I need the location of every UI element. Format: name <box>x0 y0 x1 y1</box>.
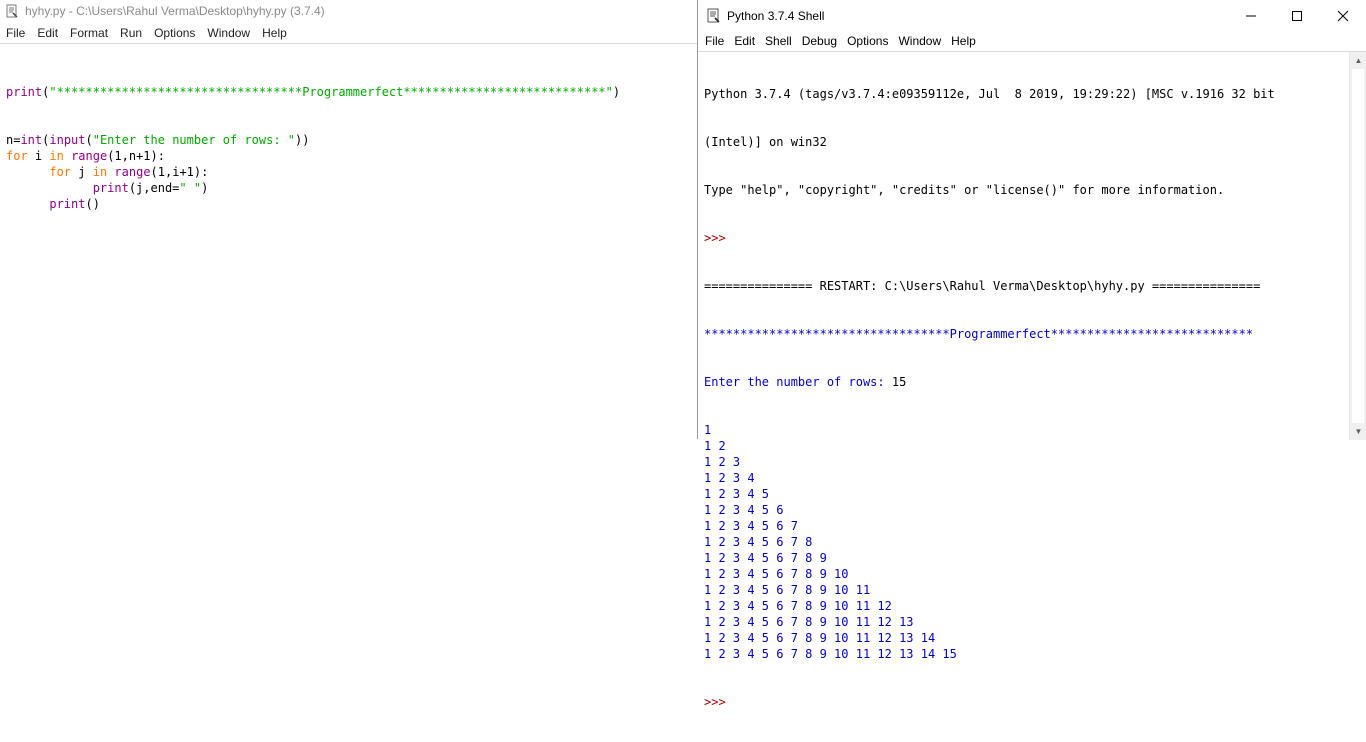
code-line-5: print(j,end=" ") <box>92 181 209 195</box>
shell-menu-options[interactable]: Options <box>842 34 893 48</box>
output-row: 1 2 3 4 5 6 7 8 9 10 11 12 13 14 <box>704 631 936 645</box>
shell-prompt: >>> <box>704 231 726 245</box>
output-row: 1 2 3 4 5 6 7 8 9 10 11 12 13 <box>704 615 914 629</box>
editor-menu-bar: File Edit Format Run Options Window Help <box>0 22 697 44</box>
output-row: 1 2 3 4 5 <box>704 487 770 501</box>
close-icon <box>1337 10 1349 21</box>
output-row: 1 2 3 4 5 6 7 8 9 10 <box>704 567 849 581</box>
editor-title-bar[interactable]: hyhy.py - C:\Users\Rahul Verma\Desktop\h… <box>0 0 697 22</box>
output-row: 1 2 <box>704 439 726 453</box>
maximize-icon <box>1292 10 1302 21</box>
shell-menu-file[interactable]: File <box>698 34 729 48</box>
code-line-2: n=int(input("Enter the number of rows: "… <box>6 133 310 147</box>
shell-text: Python 3.7.4 (tags/v3.7.4:e09359112e, Ju… <box>704 54 1344 742</box>
editor-menu-options[interactable]: Options <box>148 26 201 40</box>
final-prompt[interactable]: >>> <box>704 694 1344 710</box>
vertical-scrollbar[interactable]: ▲ ▼ <box>1349 52 1366 440</box>
editor-title-text: hyhy.py - C:\Users\Rahul Verma\Desktop\h… <box>25 4 325 18</box>
editor-window: hyhy.py - C:\Users\Rahul Verma\Desktop\h… <box>0 0 698 439</box>
scroll-thumb[interactable] <box>1352 69 1364 423</box>
output-row: 1 2 3 4 5 6 <box>704 503 784 517</box>
shell-menu-debug[interactable]: Debug <box>797 34 842 48</box>
code-line-6: print() <box>49 197 100 211</box>
editor-menu-edit[interactable]: Edit <box>31 26 64 40</box>
input-value: 15 <box>891 375 907 389</box>
shell-menu-edit[interactable]: Edit <box>729 34 760 48</box>
output-row: 1 2 3 4 5 6 7 8 9 <box>704 551 827 565</box>
shell-title-bar[interactable]: Python 3.7.4 Shell <box>698 0 1366 31</box>
minimize-button[interactable] <box>1228 0 1274 31</box>
shell-menu-shell[interactable]: Shell <box>760 34 797 48</box>
output-rows: 1 1 2 1 2 3 1 2 3 4 1 2 3 4 5 1 2 3 4 5 6 1 2 … <box>704 422 1344 662</box>
scroll-down-arrow-icon[interactable]: ▼ <box>1350 423 1366 440</box>
banner-line-2: (Intel)] on win32 <box>704 135 827 149</box>
output-row: 1 2 3 <box>704 455 741 469</box>
code-line-1: print("*********************************… <box>6 85 621 99</box>
code-editor-text-area[interactable]: print("*********************************… <box>0 44 698 439</box>
shell-menu-window[interactable]: Window <box>893 34 946 48</box>
output-row: 1 2 3 4 5 6 7 8 <box>704 535 813 549</box>
code-line-4: for j in range(1,i+1): <box>49 165 209 179</box>
banner-line-3: Type "help", "copyright", "credits" or "… <box>704 183 1225 197</box>
program-header: **********************************Progra… <box>704 327 1254 341</box>
output-row: 1 2 3 4 5 6 7 <box>704 519 798 533</box>
output-row: 1 2 3 4 5 6 7 8 9 10 11 12 <box>704 599 892 613</box>
editor-menu-window[interactable]: Window <box>201 26 256 40</box>
minimize-icon <box>1246 15 1256 16</box>
banner-line-1: Python 3.7.4 (tags/v3.7.4:e09359112e, Ju… <box>704 87 1275 101</box>
shell-window: Python 3.7.4 Shell File Edit Shell Debug… <box>698 0 1366 709</box>
editor-menu-format[interactable]: Format <box>64 26 114 40</box>
idle-file-icon <box>6 4 18 18</box>
close-button[interactable] <box>1320 0 1366 31</box>
output-row: 1 <box>704 423 712 437</box>
shell-menu-help[interactable]: Help <box>946 34 981 48</box>
input-line: Enter the number of rows: 15 <box>704 374 1344 390</box>
editor-menu-file[interactable]: File <box>0 26 31 40</box>
output-row: 1 2 3 4 5 6 7 8 9 10 11 12 13 14 15 <box>704 647 957 661</box>
maximize-button[interactable] <box>1274 0 1320 31</box>
input-prompt-text: Enter the number of rows: <box>704 375 892 389</box>
output-row: 1 2 3 4 <box>704 471 755 485</box>
shell-title-text: Python 3.7.4 Shell <box>727 8 825 23</box>
output-row: 1 2 3 4 5 6 7 8 9 10 11 <box>704 583 871 597</box>
code-line-3: for i in range(1,n+1): <box>6 149 165 163</box>
editor-menu-help[interactable]: Help <box>256 26 293 40</box>
editor-menu-run[interactable]: Run <box>114 26 148 40</box>
idle-file-icon <box>707 8 720 23</box>
scroll-up-arrow-icon[interactable]: ▲ <box>1350 52 1366 69</box>
restart-line: =============== RESTART: C:\Users\Rahul … <box>704 279 1261 293</box>
shell-output-area[interactable]: Python 3.7.4 (tags/v3.7.4:e09359112e, Ju… <box>698 51 1366 709</box>
shell-menu-bar: File Edit Shell Debug Options Window Hel… <box>698 31 1366 51</box>
